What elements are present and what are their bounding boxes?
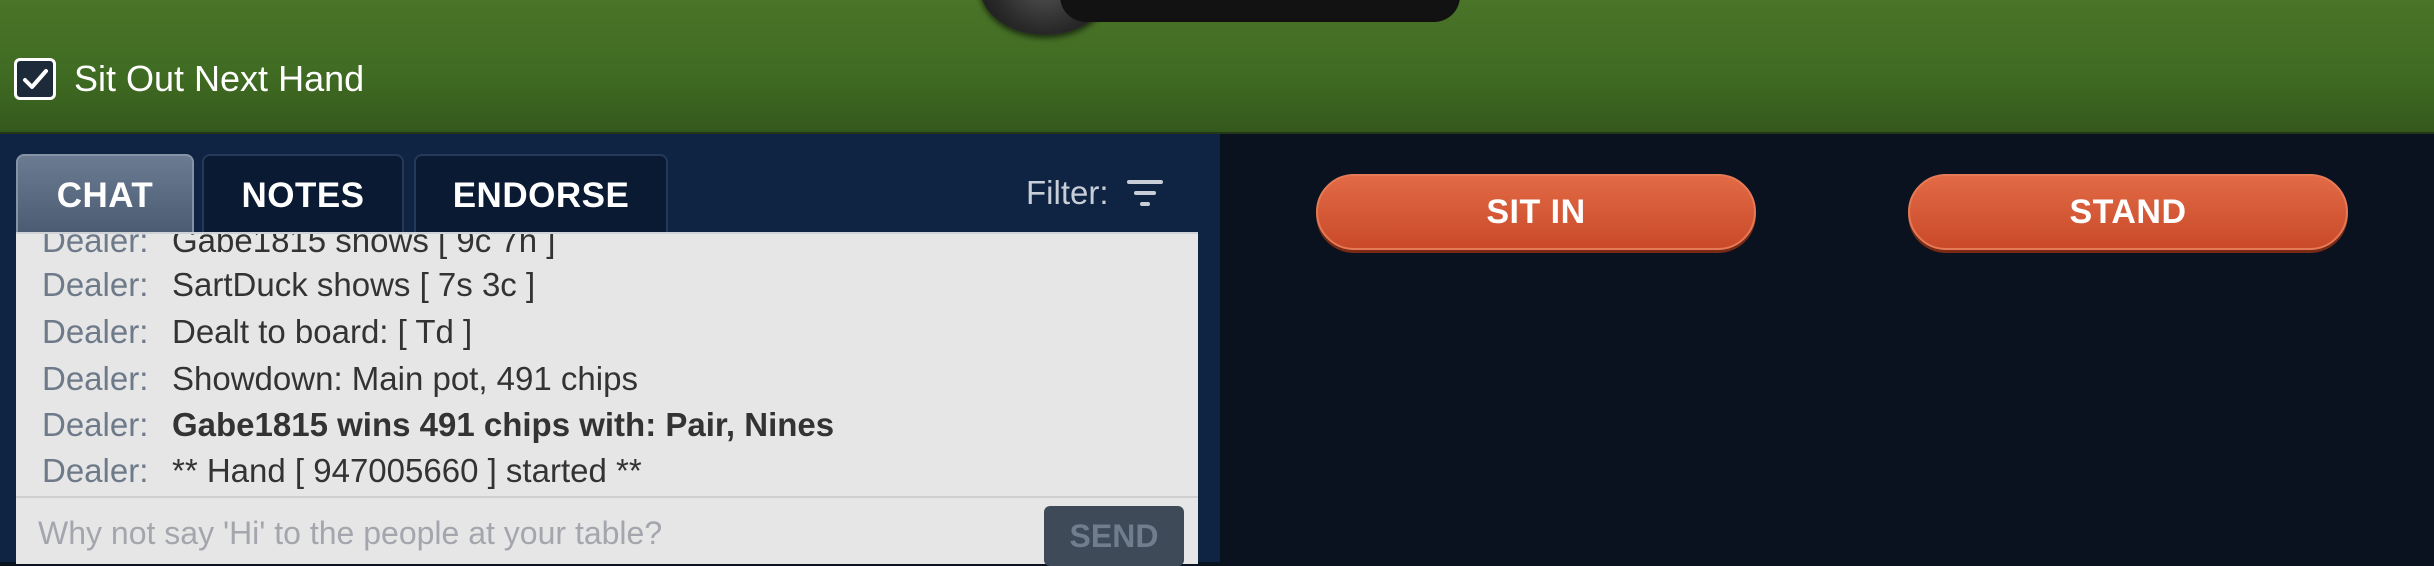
sit-in-button[interactable]: SIT IN [1316,174,1756,250]
chat-speaker: Dealer: [42,452,149,489]
chat-message: Dealer: Gabe1815 shows [ 9c 7h ] [42,232,556,264]
chat-message: Dealer: Showdown: Main pot, 491 chips [42,356,638,402]
sit-in-label: SIT IN [1486,192,1586,231]
stand-button[interactable]: STAND [1908,174,2348,250]
chat-text: Gabe1815 wins 491 chips with: Pair, Nine… [172,406,835,443]
tab-chat[interactable]: CHAT [16,154,194,236]
chat-text: Gabe1815 shows [ 9c 7h ] [172,232,556,259]
chat-speaker: Dealer: [42,313,149,350]
sit-out-next-hand-checkbox[interactable]: Sit Out Next Hand [14,58,364,100]
chat-text: ** Hand [ 947005660 ] started ** [172,452,642,489]
tab-notes-label: NOTES [241,176,365,215]
tab-endorse[interactable]: ENDORSE [414,154,668,236]
chat-message: Dealer: Dealt to board: [ Td ] [42,309,472,355]
chat-message: Dealer: ** Hand [ 947005660 ] started ** [42,448,642,494]
chat-text: Dealt to board: [ Td ] [172,313,473,350]
tab-notes[interactable]: NOTES [202,154,404,236]
chat-panel: CHAT NOTES ENDORSE Filter: Dealer: Gabe1… [0,134,1220,566]
chat-message: Dealer: Gabe1815 wins 491 chips with: Pa… [42,402,834,448]
chat-filter[interactable]: Filter: [1026,174,1163,212]
tab-endorse-label: ENDORSE [452,176,630,215]
chat-input[interactable] [36,508,1040,558]
player-nameplate [1060,0,1460,22]
stand-label: STAND [2069,192,2187,231]
tab-chat-label: CHAT [56,176,154,215]
chat-speaker: Dealer: [42,406,149,443]
filter-icon[interactable] [1126,178,1163,208]
checkbox-box[interactable] [14,58,56,100]
filter-label: Filter: [1026,174,1109,211]
chat-input-row: SEND [16,496,1198,566]
sit-out-label: Sit Out Next Hand [74,58,365,99]
chat-speaker: Dealer: [42,266,149,303]
table-felt: Sit Out Next Hand [0,0,2434,134]
chat-text: SartDuck shows [ 7s 3c ] [172,266,536,303]
chat-speaker: Dealer: [42,232,149,259]
chat-speaker: Dealer: [42,360,149,397]
send-button[interactable]: SEND [1044,506,1184,566]
chat-message: Dealer: SartDuck shows [ 7s 3c ] [42,262,535,308]
chat-text: Showdown: Main pot, 491 chips [172,360,638,397]
checkmark-icon [23,69,48,89]
